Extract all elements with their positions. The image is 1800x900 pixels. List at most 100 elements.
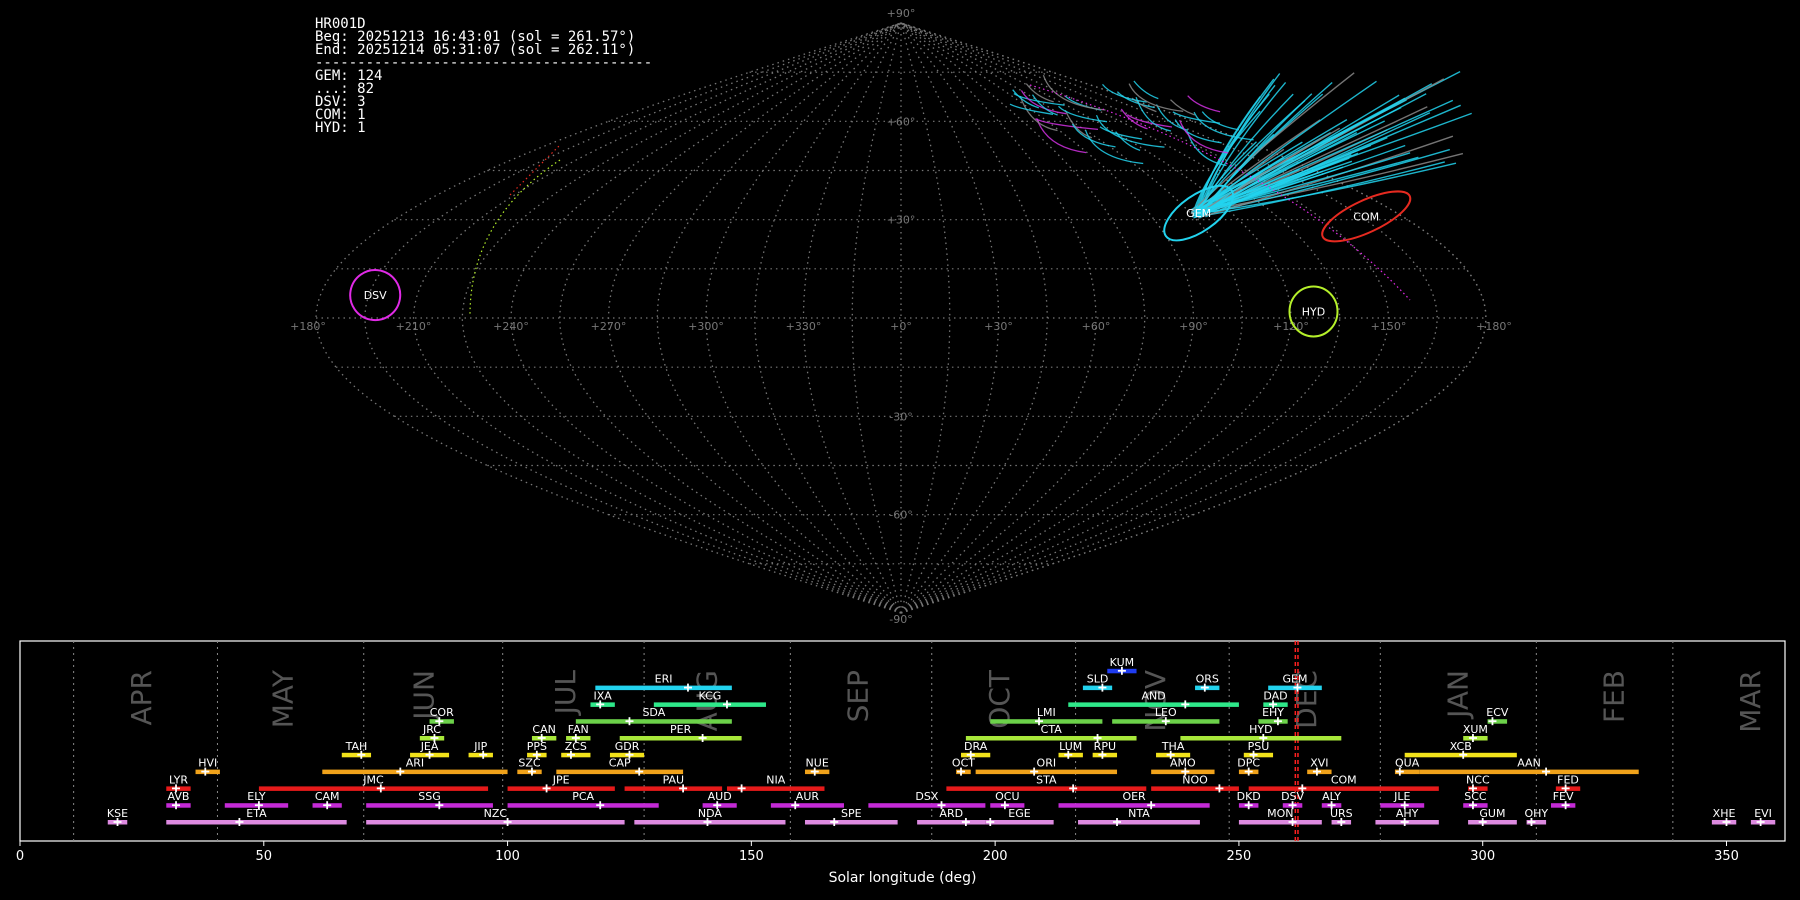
lon-tick-label: +330° bbox=[786, 320, 822, 333]
hyd-path bbox=[469, 159, 561, 316]
lat-tick-label: -90° bbox=[889, 613, 912, 626]
shower-label: MON bbox=[1267, 807, 1293, 820]
lat-tick-label: +60° bbox=[887, 115, 916, 128]
shower-label: SSG bbox=[418, 790, 441, 803]
shower-label: RPU bbox=[1094, 740, 1116, 753]
shower-label: ECV bbox=[1486, 706, 1509, 719]
meridian-line bbox=[900, 22, 1048, 614]
lon-tick-label: +270° bbox=[591, 320, 627, 333]
radiant-com-label: COM bbox=[1353, 210, 1379, 223]
x-tick-label: 150 bbox=[739, 849, 764, 864]
meteor-trail bbox=[1035, 118, 1099, 131]
shower-label: THA bbox=[1161, 740, 1185, 753]
shower-label: AVB bbox=[168, 790, 190, 803]
shower-label: AMO bbox=[1170, 757, 1196, 770]
shower-label: ELY bbox=[247, 790, 266, 803]
shower-label: IXA bbox=[593, 689, 612, 702]
x-tick-label: 300 bbox=[1470, 849, 1495, 864]
shower-ege: EGE bbox=[985, 807, 1054, 826]
shower-spe: SPE bbox=[804, 807, 898, 826]
shower-label: PER bbox=[670, 723, 692, 736]
month-label: MAR bbox=[1734, 670, 1767, 733]
shower-zcs: ZCS bbox=[561, 740, 591, 759]
shower-bar bbox=[917, 820, 986, 825]
shower-fev: FEV bbox=[1550, 790, 1576, 810]
lat-tick-label: -60° bbox=[889, 509, 912, 522]
shower-jpe: JPE bbox=[507, 773, 615, 793]
shower-kcg: KCG bbox=[653, 689, 766, 709]
shower-pca: PCA bbox=[507, 790, 659, 810]
shower-bar bbox=[366, 820, 625, 825]
shower-label: SPE bbox=[841, 807, 862, 820]
shower-label: ORS bbox=[1196, 673, 1219, 686]
meteor-trail bbox=[1064, 109, 1093, 139]
radiant-sky-map: +180° +150°+120°+90°+60°+30°+0°+330°+300°… bbox=[290, 7, 1512, 626]
shower-bar bbox=[258, 786, 489, 791]
shower-label: ALY bbox=[1322, 790, 1341, 803]
shower-bar bbox=[322, 769, 508, 775]
shower-label: KCG bbox=[698, 689, 721, 702]
radiant-hyd-label: HYD bbox=[1302, 305, 1325, 318]
lon-tick-label: +30° bbox=[984, 320, 1013, 333]
shower-rpu: RPU bbox=[1092, 740, 1118, 759]
shower-nda: NDA bbox=[634, 807, 786, 826]
lon-tick-label: +180° bbox=[1476, 320, 1512, 333]
month-label: JUL bbox=[549, 670, 582, 717]
lon-tick-label: +150° bbox=[1371, 320, 1407, 333]
shower-label: JLE bbox=[1393, 790, 1410, 803]
lon-tick-label: +60° bbox=[1082, 320, 1111, 333]
shower-timeline-chart: APR MAY JUN JUL AUG SEP OCT NOV DEC JAN FEB MARKUME… bbox=[16, 640, 1786, 886]
shower-label: CAP bbox=[609, 757, 631, 770]
shower-label: DRA bbox=[964, 740, 988, 753]
shower-bar bbox=[868, 803, 986, 808]
shower-ohy: OHY bbox=[1525, 807, 1548, 826]
shower-label: PCA bbox=[572, 790, 594, 803]
shower-label: GDR bbox=[615, 740, 640, 753]
x-tick-label: 0 bbox=[16, 849, 24, 864]
shower-sld: SLD bbox=[1082, 673, 1113, 692]
shower-ecv: ECV bbox=[1486, 706, 1509, 726]
meteor-trail bbox=[1133, 80, 1159, 100]
shower-label: KUM bbox=[1110, 656, 1134, 669]
shower-label: NTA bbox=[1128, 807, 1150, 820]
month-label: SEP bbox=[842, 670, 875, 722]
shower-label: ZCS bbox=[565, 740, 587, 753]
shower-label: FED bbox=[1557, 773, 1579, 786]
meteor-trail bbox=[1155, 104, 1189, 131]
shower-label: PSU bbox=[1248, 740, 1270, 753]
shower-bar bbox=[1068, 702, 1239, 707]
com-path bbox=[509, 144, 561, 196]
shower-label: HYD bbox=[1249, 723, 1272, 736]
radiant-gem-label: GEM bbox=[1186, 207, 1211, 220]
shower-bar bbox=[1082, 685, 1113, 691]
shower-bar bbox=[366, 803, 493, 808]
shower-label: HVI bbox=[198, 757, 217, 770]
shower-label: COM bbox=[1331, 773, 1357, 786]
shower-label: DPC bbox=[1237, 757, 1260, 770]
shower-label: TAH bbox=[345, 740, 368, 753]
shower-bar bbox=[946, 786, 1147, 791]
shower-nta: NTA bbox=[1078, 807, 1200, 826]
shower-nue: NUE bbox=[804, 757, 830, 776]
shower-label: PAU bbox=[663, 773, 685, 786]
shower-jip: JIP bbox=[468, 740, 493, 759]
shower-label: DSX bbox=[915, 790, 938, 803]
shower-aan: AAN bbox=[1419, 757, 1639, 776]
shower-label: DSV bbox=[1281, 790, 1304, 803]
x-tick-label: 200 bbox=[983, 849, 1008, 864]
shower-label: OER bbox=[1122, 790, 1146, 803]
shower-label: URS bbox=[1330, 807, 1353, 820]
shower-kse: KSE bbox=[107, 807, 128, 826]
shower-bar bbox=[653, 702, 766, 707]
lon-tick-label: +0° bbox=[890, 320, 912, 333]
x-tick-label: 100 bbox=[495, 849, 520, 864]
radiant-dsv-label: DSV bbox=[364, 289, 387, 302]
shower-label: FEV bbox=[1553, 790, 1574, 803]
shower-label: SCC bbox=[1464, 790, 1487, 803]
shower-bar bbox=[341, 752, 372, 758]
shower-dpc: DPC bbox=[1237, 757, 1260, 776]
shower-bar bbox=[770, 803, 844, 808]
lon-tick-label: +180° bbox=[290, 320, 326, 333]
shower-oct: OCT bbox=[952, 757, 975, 776]
month-label: FEB bbox=[1597, 670, 1630, 723]
